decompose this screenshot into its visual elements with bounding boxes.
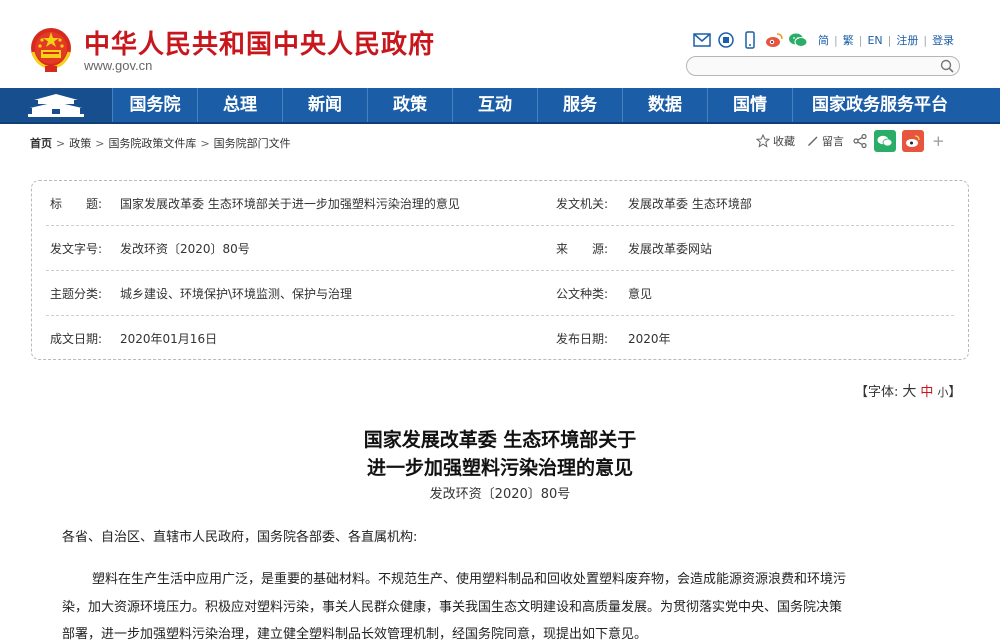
article-paragraph-line: 部署，进一步加强塑料污染治理，建立健全塑料制品长效管理机制，经国务院同意，现提出… [62,627,648,642]
favorite-button[interactable]: 收藏 [756,133,795,149]
lang-links: 简 | 繁 | EN | 注册 | 登录 [818,32,954,48]
nav-item-data[interactable]: 数据 [622,88,707,122]
search-input[interactable] [686,56,960,76]
comment-button[interactable]: 留言 [807,133,844,149]
share-wechat-button[interactable] [874,130,896,152]
share-weibo-button[interactable] [902,130,924,152]
article-paragraph-line: 染，加大资源环境压力。积极应对塑料污染，事关人民群众健康，事关我国生态文明建设和… [62,600,843,615]
site-header: 中华人民共和国中央人民政府 www.gov.cn 简 | 繁 | EN | 注册… [0,0,1000,88]
more-share-button[interactable]: + [932,132,945,150]
main-nav: 国务院 总理 新闻 政策 互动 服务 数据 国情 国家政务服务平台 [0,88,1000,124]
register-link[interactable]: 注册 [896,32,918,48]
nav-item-policy[interactable]: 政策 [367,88,452,122]
topic-label: 主题分类: [50,287,103,301]
source-label: 来 源: [556,242,609,256]
info-row: 发文字号: 发改环资〔2020〕80号 来 源: 发展改革委网站 [46,226,954,271]
title-value: 国家发展改革委 生态环境部关于进一步加强塑料污染治理的意见 [120,197,460,211]
weibo-icon[interactable] [764,31,784,49]
nav-item-premier[interactable]: 总理 [197,88,282,122]
issuer-value: 发展改革委 生态环境部 [628,197,752,211]
font-small-button[interactable]: 小 [937,386,948,399]
breadcrumb-policy-library[interactable]: 国务院政策文件库 [108,137,196,150]
font-size-prefix: 【字体: [855,385,899,400]
nav-item-state-council[interactable]: 国务院 [112,88,197,122]
nav-item-national-info[interactable]: 国情 [707,88,792,122]
article-title-line-1: 国家发展改革委 生态环境部关于 [363,429,637,451]
top-tools: 简 | 繁 | EN | 注册 | 登录 [692,30,954,50]
breadcrumb-department-docs[interactable]: 国务院部门文件 [214,137,291,150]
issuer-label: 发文机关: [556,197,609,211]
info-row: 主题分类: 城乡建设、环境保护\环境监测、保护与治理 公文种类: 意见 [46,271,954,316]
source-value: 发展改革委网站 [628,242,713,256]
wechat-icon [877,135,893,147]
national-emblem-icon [31,28,71,72]
nav-items: 国务院 总理 新闻 政策 互动 服务 数据 国情 国家政务服务平台 [112,88,967,122]
mobile-icon[interactable] [740,31,760,49]
document-info-table: 标 题: 国家发展改革委 生态环境部关于进一步加强塑料污染治理的意见 发文机关:… [31,180,969,360]
breadcrumb-policy[interactable]: 政策 [69,137,91,150]
published-date-label: 发布日期: [556,332,609,346]
written-date-label: 成文日期: [50,332,103,346]
lang-english-link[interactable]: EN [867,34,882,47]
article-actions: 收藏 留言 + [756,130,945,152]
share-icon[interactable] [852,133,868,149]
divider: | [834,33,838,47]
doctype-value: 意见 [628,287,653,301]
app-icon[interactable] [716,31,736,49]
divider: | [858,33,863,47]
article-paragraph-line: 塑料在生产生活中应用广泛，是重要的基础材料。不规范生产、使用塑料制品和回收处置塑… [92,572,847,587]
breadcrumb-home[interactable]: 首页 [30,137,52,150]
breadcrumb-separator: > [95,137,105,150]
title-label: 标 题: [50,197,103,211]
article-addressee: 各省、自治区、直辖市人民政府，国务院各部委、各直属机构: [62,530,418,545]
breadcrumb-separator: > [200,137,210,150]
docno-label: 发文字号: [50,242,103,256]
pencil-icon [808,136,818,146]
article-title-line-2: 进一步加强塑料污染治理的意见 [366,457,633,479]
nav-item-news[interactable]: 新闻 [282,88,367,122]
site-title[interactable]: 中华人民共和国中央人民政府 [84,24,435,61]
site-domain[interactable]: www.gov.cn [84,58,152,73]
divider: | [887,33,892,47]
tiananmen-icon[interactable] [0,88,112,122]
topic-value: 城乡建设、环境保护\环境监测、保护与治理 [120,287,353,301]
nav-item-services[interactable]: 服务 [537,88,622,122]
written-date-value: 2020年01月16日 [120,332,218,346]
search-icon[interactable] [939,58,955,74]
wechat-icon[interactable] [788,31,808,49]
divider: | [923,33,928,47]
nav-item-interaction[interactable]: 互动 [452,88,537,122]
info-row: 成文日期: 2020年01月16日 发布日期: 2020年 [46,316,954,360]
mail-icon[interactable] [692,31,712,49]
info-row: 标 题: 国家发展改革委 生态环境部关于进一步加强塑料污染治理的意见 发文机关:… [46,181,954,226]
lang-simplified-link[interactable]: 简 [818,32,829,48]
nav-item-service-platform[interactable]: 国家政务服务平台 [792,88,967,122]
comment-label: 留言 [822,135,844,148]
published-date-value: 2020年 [628,332,671,346]
doctype-label: 公文种类: [556,287,609,301]
star-icon [756,134,770,148]
login-link[interactable]: 登录 [932,32,954,48]
font-size-switcher: 【字体: 大中小】 [855,381,961,401]
font-medium-button[interactable]: 中 [920,385,933,400]
lang-traditional-link[interactable]: 繁 [843,32,854,48]
breadcrumb: 首页 > 政策 > 国务院政策文件库 > 国务院部门文件 [30,135,291,151]
font-size-suffix: 】 [948,385,962,400]
font-large-button[interactable]: 大 [902,384,916,400]
docno-value: 发改环资〔2020〕80号 [120,242,250,256]
weibo-icon [906,135,920,147]
favorite-label: 收藏 [773,135,795,148]
article-doc-number: 发改环资〔2020〕80号 [429,487,571,502]
breadcrumb-separator: > [56,137,66,150]
